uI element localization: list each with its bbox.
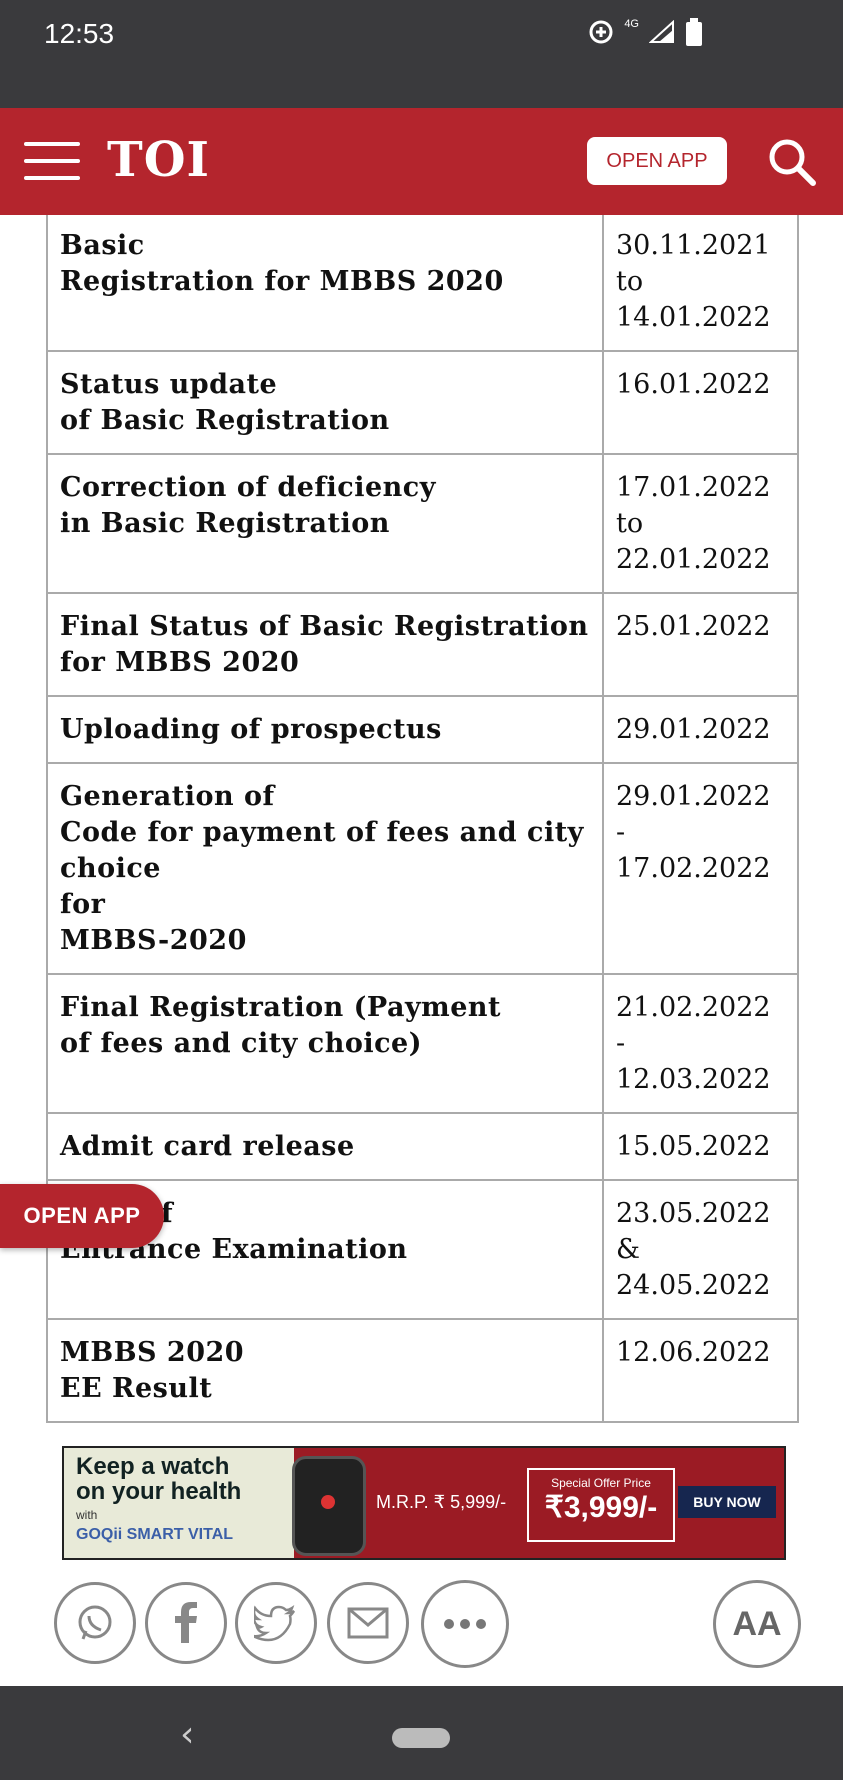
- schedule-date: 12.06.2022: [602, 1318, 799, 1423]
- more-share-button[interactable]: [421, 1580, 509, 1668]
- status-time: 12:53: [44, 18, 115, 49]
- schedule-row: Final Registration (Payment of fees and …: [46, 973, 799, 1114]
- battery-icon: [686, 18, 702, 46]
- smartwatch-image: [292, 1456, 366, 1556]
- schedule-row: Status update of Basic Registration 16.01…: [46, 350, 799, 455]
- menu-icon[interactable]: [24, 142, 80, 182]
- schedule-event: Admit card release: [46, 1112, 604, 1181]
- schedule-event: Status update of Basic Registration: [46, 350, 604, 455]
- ad-banner[interactable]: Keep a watch on your health with GOQii S…: [62, 1446, 786, 1560]
- back-icon[interactable]: ‹: [180, 1714, 194, 1755]
- ad-offer-label: Special Offer Price: [551, 1476, 651, 1490]
- facebook-share-button[interactable]: [145, 1582, 227, 1664]
- schedule-event: Basic Registration for MBBS 2020: [46, 215, 604, 352]
- schedule-date: 16.01.2022: [602, 350, 799, 455]
- schedule-event: Final Status of Basic Registration for M…: [46, 592, 604, 697]
- schedule-date: 25.01.2022: [602, 592, 799, 697]
- ad-offer-box: Special Offer Price ₹3,999/-: [527, 1468, 675, 1542]
- twitter-share-button[interactable]: [235, 1582, 317, 1664]
- schedule-date: 15.05.2022: [602, 1112, 799, 1181]
- font-size-button[interactable]: AA: [713, 1580, 801, 1668]
- schedule-row: MBBS 2020 EE Result 12.06.2022: [46, 1318, 799, 1423]
- search-icon[interactable]: [766, 136, 818, 188]
- schedule-event: Uploading of prospectus: [46, 695, 604, 764]
- network-label: 4G: [624, 18, 639, 30]
- facebook-icon: [175, 1602, 197, 1643]
- whatsapp-share-button[interactable]: [54, 1582, 136, 1664]
- schedule-event: Correction of deficiency in Basic Regist…: [46, 453, 604, 594]
- schedule-row: Final Status of Basic Registration for M…: [46, 592, 799, 697]
- schedule-row: Generation of Code for payment of fees a…: [46, 762, 799, 975]
- schedule-date: 30.11.2021 to 14.01.2022: [602, 215, 799, 352]
- schedule-date: 29.01.2022 - 17.02.2022: [602, 762, 799, 975]
- signal-icon: [649, 20, 674, 43]
- status-bar: 12:53 4G: [0, 0, 843, 108]
- home-pill-icon[interactable]: [392, 1728, 450, 1748]
- ad-buy-now-button[interactable]: BUY NOW: [678, 1486, 776, 1518]
- twitter-icon: [254, 1604, 296, 1642]
- schedule-row: Uploading of prospectus 29.01.2022: [46, 695, 799, 764]
- ad-headline: Keep a watch on your health: [76, 1453, 242, 1505]
- ad-brand: GOQii SMART VITAL: [76, 1526, 234, 1543]
- schedule-row: Basic Registration for MBBS 2020 30.11.20…: [46, 215, 799, 352]
- status-icons: 4G: [588, 18, 703, 46]
- schedule-event: MBBS 2020 EE Result: [46, 1318, 604, 1423]
- schedule-row: Correction of deficiency in Basic Regist…: [46, 453, 799, 594]
- schedule-row: Admit card release 15.05.2022: [46, 1112, 799, 1181]
- schedule-date: 17.01.2022 to 22.01.2022: [602, 453, 799, 594]
- more-icon: [444, 1619, 486, 1629]
- ad-offer-price: ₹3,999/-: [544, 1491, 658, 1524]
- font-size-icon: AA: [732, 1604, 782, 1643]
- ad-mrp: M.R.P. ₹ 5,999/-: [376, 1492, 507, 1512]
- whatsapp-icon: [78, 1605, 112, 1640]
- floating-open-app-button[interactable]: OPEN APP: [0, 1184, 164, 1248]
- system-nav-bar: ‹: [0, 1686, 843, 1780]
- share-bar: AA: [0, 1578, 843, 1678]
- schedule-event: Generation of Code for payment of fees a…: [46, 762, 604, 975]
- open-app-button[interactable]: OPEN APP: [587, 137, 727, 185]
- app-header: TOI OPEN APP: [0, 108, 843, 215]
- ad-with-text: with: [76, 1508, 98, 1522]
- ad-left-panel: Keep a watch on your health with GOQii S…: [64, 1448, 294, 1558]
- schedule-event: Final Registration (Payment of fees and …: [46, 973, 604, 1114]
- data-saver-icon: [589, 20, 613, 44]
- mail-icon: [347, 1607, 389, 1639]
- article-content: Basic Registration for MBBS 2020 30.11.20…: [0, 215, 843, 1445]
- schedule-date: 29.01.2022: [602, 695, 799, 764]
- schedule-date: 23.05.2022 & 24.05.2022: [602, 1179, 799, 1320]
- schedule-table: Basic Registration for MBBS 2020 30.11.20…: [46, 215, 799, 1423]
- schedule-date: 21.02.2022 - 12.03.2022: [602, 973, 799, 1114]
- email-share-button[interactable]: [327, 1582, 409, 1664]
- toi-logo[interactable]: TOI: [107, 132, 210, 188]
